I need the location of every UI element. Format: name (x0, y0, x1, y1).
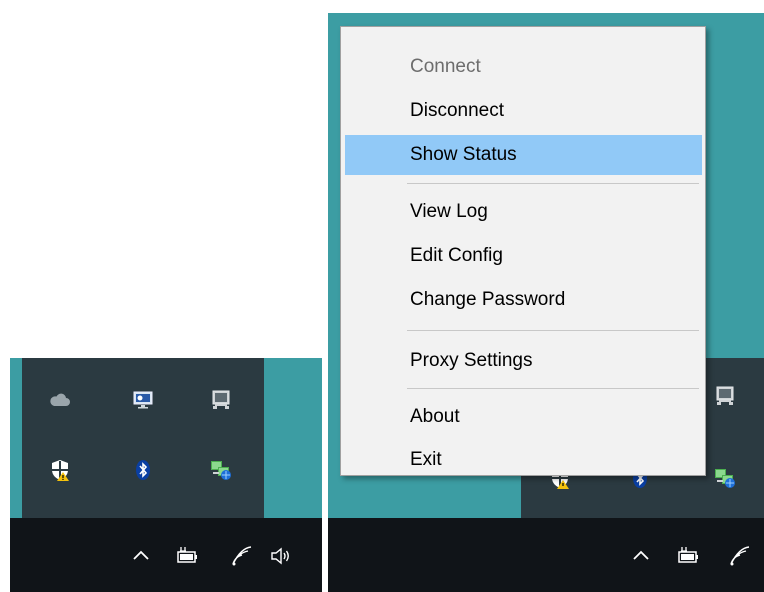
tray-overflow-flyout (22, 358, 264, 520)
menu-item-connect[interactable]: Connect (345, 47, 702, 87)
menu-item-edit-config[interactable]: Edit Config (345, 236, 702, 276)
taskbar (10, 518, 322, 592)
network-computer-icon[interactable] (207, 386, 235, 414)
tray-panel-with-menu: Connect Disconnect Show Status View Log … (328, 13, 764, 592)
taskbar (328, 518, 764, 592)
menu-separator (407, 388, 699, 389)
menu-item-disconnect[interactable]: Disconnect (345, 91, 702, 131)
vpn-network-icon[interactable] (207, 456, 235, 484)
wifi-icon[interactable] (226, 536, 256, 576)
chevron-up-icon[interactable] (626, 536, 656, 576)
menu-item-exit[interactable]: Exit (345, 440, 702, 480)
bluetooth-icon[interactable] (129, 456, 157, 484)
network-computer-icon[interactable] (711, 382, 739, 410)
battery-plug-icon[interactable] (172, 536, 202, 576)
menu-item-view-log[interactable]: View Log (345, 192, 702, 232)
chevron-up-icon[interactable] (126, 536, 156, 576)
wifi-icon[interactable] (724, 536, 754, 576)
security-shield-warning-icon[interactable] (46, 456, 74, 484)
tray-panel-before (10, 358, 322, 592)
tray-context-menu: Connect Disconnect Show Status View Log … (340, 26, 706, 476)
menu-separator (407, 183, 699, 184)
menu-separator (407, 330, 699, 331)
battery-plug-icon[interactable] (673, 536, 703, 576)
onedrive-cloud-icon[interactable] (46, 386, 74, 414)
vpn-network-icon[interactable] (711, 464, 739, 492)
menu-item-proxy-settings[interactable]: Proxy Settings (345, 341, 702, 381)
menu-item-show-status[interactable]: Show Status (345, 135, 702, 175)
menu-item-about[interactable]: About (345, 397, 702, 437)
volume-icon[interactable] (266, 536, 296, 576)
display-monitor-icon[interactable] (129, 386, 157, 414)
menu-item-change-password[interactable]: Change Password (345, 280, 702, 320)
